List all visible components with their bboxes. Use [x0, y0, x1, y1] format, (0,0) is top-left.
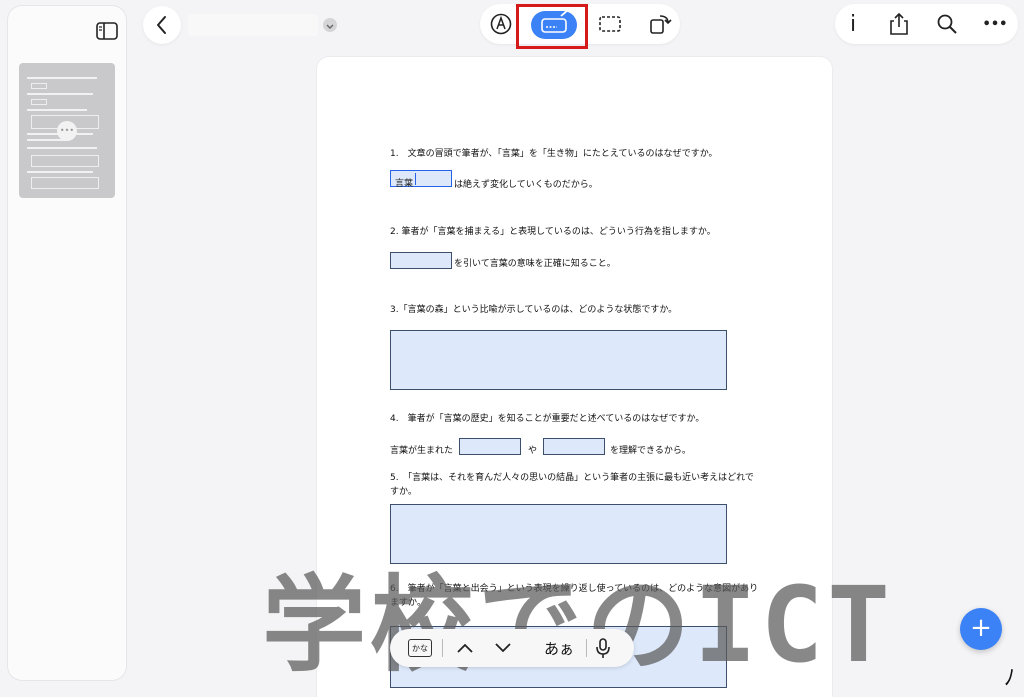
answer-4-suffix: を理解できるから。 — [610, 446, 691, 456]
question-3: 3.「言葉の森」という比喩が示しているのは、どのような状態ですか。 — [390, 305, 678, 315]
text-style-button[interactable]: あぁ — [544, 638, 574, 659]
select-rect-icon[interactable] — [593, 7, 627, 41]
chevron-up-icon[interactable] — [448, 631, 482, 665]
page-thumbnail[interactable]: ••• — [19, 63, 115, 198]
corner-mark: ﾉ — [1004, 666, 1016, 691]
answer-4-mid: や — [528, 446, 538, 456]
document-title[interactable] — [188, 14, 318, 36]
more-icon[interactable]: ••• — [978, 7, 1012, 41]
highlight-annotation-box — [516, 4, 588, 49]
answer-1-suffix: は絶えず変化していくものだから。 — [454, 180, 598, 190]
chevron-down-icon[interactable] — [486, 631, 520, 665]
microphone-icon[interactable] — [586, 631, 620, 665]
pen-icon[interactable] — [484, 7, 518, 41]
question-4: 4. 筆者が「言葉の歴史」を知ることが重要だと述べているのはなぜですか。 — [390, 414, 705, 424]
answer-field-1[interactable]: 言葉 — [390, 170, 452, 189]
search-icon[interactable] — [930, 7, 964, 41]
text-caret — [415, 173, 416, 185]
watermark-logo: 学校でのICT — [262, 564, 894, 686]
question-5: 5. 「言葉は、それを育んだ人々の思いの結晶」という筆者の主張に最も近い考えはど… — [390, 473, 754, 497]
answer-2-suffix: を引いて言葉の意味を正確に知ること。 — [454, 259, 616, 269]
answer-field-4a[interactable] — [459, 438, 521, 455]
thumbnail-more-icon[interactable]: ••• — [57, 121, 77, 141]
rotate-page-icon[interactable] — [643, 7, 677, 41]
answer-field-3[interactable] — [390, 330, 727, 390]
chevron-left-icon — [157, 16, 166, 34]
chevron-down-icon — [326, 24, 334, 29]
answer-field-4b[interactable] — [543, 438, 605, 455]
answer-4-prefix: 言葉が生まれた — [390, 446, 454, 456]
info-icon[interactable]: i — [836, 7, 870, 41]
answer-field-1-value: 言葉 — [395, 179, 414, 189]
add-button[interactable]: + — [960, 608, 1002, 650]
answer-field-2[interactable] — [390, 252, 452, 269]
title-dropdown-button[interactable] — [323, 18, 337, 32]
sidebar-toggle-icon[interactable] — [96, 22, 118, 40]
keyboard-accessory-bar: かな あぁ — [390, 629, 634, 667]
divider — [442, 639, 443, 657]
share-icon[interactable] — [882, 7, 916, 41]
question-1: 1. 文章の冒頭で筆者が、「言葉」を「生き物」にたとえているのはなぜですか。 — [390, 149, 718, 159]
back-button[interactable] — [143, 6, 181, 44]
kana-toggle-button[interactable]: かな — [408, 639, 432, 657]
question-2: 2. 筆者が「言葉を捕まえる」と表現しているのは、どういう行為を指しますか。 — [390, 227, 716, 237]
